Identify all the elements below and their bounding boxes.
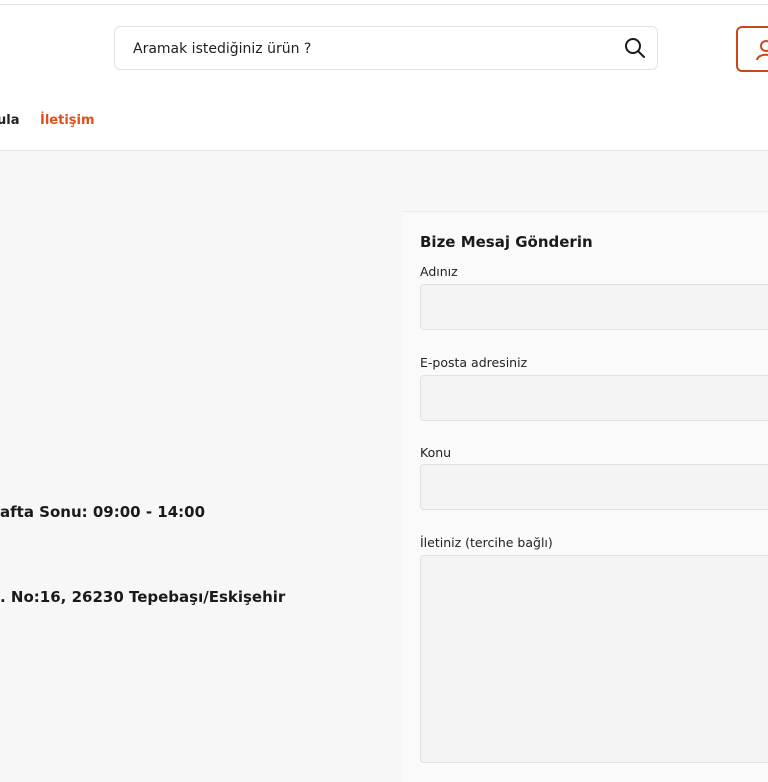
- nav-item-previous[interactable]: ula: [0, 113, 19, 128]
- message-field-box: [420, 555, 768, 763]
- search-bar: [114, 26, 658, 71]
- main-nav: ula İletişim: [0, 94, 768, 151]
- search-icon: [625, 38, 645, 58]
- header-divider: [0, 4, 768, 5]
- account-button[interactable]: [736, 26, 768, 72]
- message-textarea[interactable]: [421, 556, 768, 762]
- search-input[interactable]: [131, 27, 615, 71]
- working-hours: afta Sonu: 09:00 - 14:00: [0, 503, 206, 521]
- user-icon: [756, 40, 768, 61]
- name-field-box: [420, 284, 768, 330]
- email-field[interactable]: [421, 376, 768, 420]
- email-field-box: [420, 375, 768, 421]
- subject-field-box: [420, 464, 768, 510]
- form-title: Bize Mesaj Gönderin: [420, 233, 593, 251]
- name-field[interactable]: [421, 285, 768, 329]
- email-label: E-posta adresiniz: [420, 355, 528, 370]
- site-header: [0, 0, 768, 95]
- nav-item-contact[interactable]: İletişim: [40, 113, 95, 128]
- subject-field[interactable]: [421, 465, 768, 509]
- subject-label: Konu: [420, 445, 452, 460]
- message-label: İletiniz (tercihe bağlı): [420, 535, 553, 550]
- name-label: Adınız: [420, 264, 458, 279]
- address: . No:16, 26230 Tepebaşı/Eskişehir: [0, 588, 286, 606]
- search-button[interactable]: [623, 36, 647, 60]
